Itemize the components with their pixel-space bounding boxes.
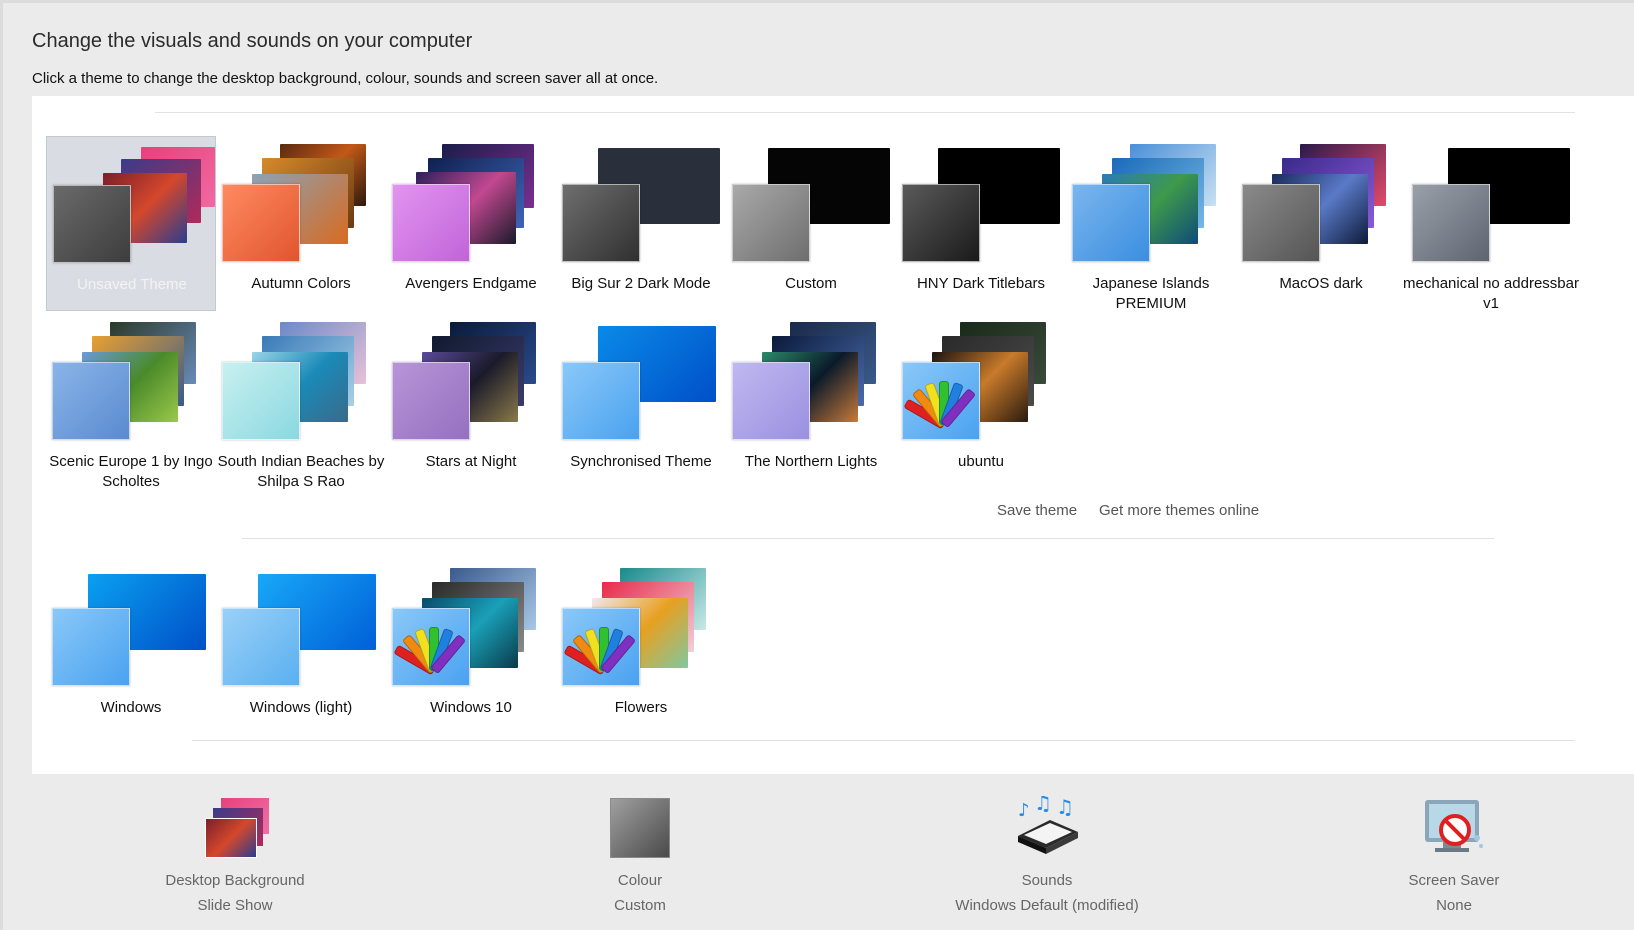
theme-thumbnail (1236, 136, 1406, 266)
get-more-themes-link[interactable]: Get more themes online (1099, 502, 1259, 519)
theme-ubuntu[interactable]: ubuntu (896, 314, 1066, 489)
svg-text:♫: ♫ (1034, 796, 1052, 815)
window-top-border (0, 0, 1634, 3)
theme-thumbnail (726, 136, 896, 266)
theme-thumbnail (46, 314, 216, 444)
theme-thumbnail (216, 314, 386, 444)
desktop-background-setting[interactable]: Desktop Background Slide Show (85, 796, 385, 914)
theme-name: mechanical no addressbar v1 (1403, 275, 1579, 312)
theme-name: Stars at Night (425, 453, 517, 470)
theme-autumn-colors[interactable]: Autumn Colors (216, 136, 386, 311)
theme-thumbnail (1406, 136, 1576, 266)
color-palette-icon (902, 362, 980, 440)
theme-name: Japanese Islands PREMIUM (1092, 275, 1210, 312)
theme-thumbnail (386, 560, 556, 690)
theme-thumbnail (386, 136, 556, 266)
sounds-icon: ♪ ♫ ♫ (1015, 796, 1079, 860)
theme-thumbnail (556, 314, 726, 444)
theme-thumbnail (386, 314, 556, 444)
theme-thumbnail (556, 136, 726, 266)
theme-windows-10[interactable]: Windows 10 (386, 560, 556, 735)
theme-thumbnail (47, 137, 217, 267)
screen-saver-label: Screen Saver (1408, 872, 1500, 889)
theme-name: Windows (light) (249, 699, 353, 716)
theme-name: Windows 10 (430, 699, 512, 716)
theme-thumbnail (216, 560, 386, 690)
theme-thumbnail (896, 314, 1066, 444)
theme-name: Synchronised Theme (570, 453, 712, 470)
theme-name: ubuntu (958, 453, 1004, 470)
window-left-border (0, 0, 3, 930)
theme-custom[interactable]: Custom (726, 136, 896, 311)
theme-thumbnail (1066, 136, 1236, 266)
theme-scenic-europe-1[interactable]: Scenic Europe 1 by Ingo Scholtes (46, 314, 216, 490)
theme-flowers[interactable]: Flowers (556, 560, 726, 735)
sounds-setting[interactable]: ♪ ♫ ♫ Sounds Windows Default (modified) (897, 796, 1197, 914)
page-subtitle: Click a theme to change the desktop back… (32, 70, 659, 87)
colour-label: Colour (617, 872, 663, 889)
screen-saver-icon (1422, 796, 1486, 860)
colour-setting[interactable]: Colour Custom (490, 796, 790, 914)
screen-saver-value: None (1436, 897, 1472, 914)
theme-name: Big Sur 2 Dark Mode (571, 275, 711, 292)
theme-thumbnail (216, 136, 386, 266)
page-title: Change the visuals and sounds on your co… (32, 30, 473, 52)
sounds-value: Windows Default (modified) (955, 897, 1139, 914)
theme-south-indian-beaches[interactable]: South Indian Beaches by Shilpa S Rao (216, 314, 386, 490)
theme-thumbnail (46, 560, 216, 690)
svg-text:♫: ♫ (1056, 796, 1074, 819)
svg-text:♪: ♪ (1018, 800, 1030, 821)
colour-value: Custom (614, 897, 666, 914)
separator-bottom (192, 740, 1575, 741)
screen-saver-setting[interactable]: Screen Saver None (1304, 796, 1604, 914)
theme-hny-dark-titlebars[interactable]: HNY Dark Titlebars (896, 136, 1066, 311)
theme-name: MacOS dark (1279, 275, 1363, 292)
separator-middle (242, 538, 1494, 539)
theme-name: Windows (100, 699, 162, 716)
colour-swatch-icon (608, 796, 672, 860)
theme-thumbnail (556, 560, 726, 690)
theme-thumbnail (726, 314, 896, 444)
theme-name: HNY Dark Titlebars (916, 275, 1046, 292)
theme-japanese-islands-premium[interactable]: Japanese Islands PREMIUM (1066, 136, 1236, 312)
desktop-background-icon (203, 796, 269, 860)
theme-name: Flowers (614, 699, 668, 716)
theme-windows-light[interactable]: Windows (light) (216, 560, 386, 735)
theme-name: Autumn Colors (251, 275, 351, 292)
theme-stars-at-night[interactable]: Stars at Night (386, 314, 556, 489)
theme-name: Avengers Endgame (405, 275, 537, 292)
theme-name: Unsaved Theme (77, 276, 187, 293)
theme-avengers-endgame[interactable]: Avengers Endgame (386, 136, 556, 311)
color-palette-icon (392, 608, 470, 686)
desktop-background-label: Desktop Background (165, 872, 305, 889)
theme-unsaved-theme[interactable]: Unsaved Theme (46, 136, 216, 311)
theme-the-northern-lights[interactable]: The Northern Lights (726, 314, 896, 489)
theme-macos-dark[interactable]: MacOS dark (1236, 136, 1406, 311)
theme-thumbnail (896, 136, 1066, 266)
theme-synchronised-theme[interactable]: Synchronised Theme (556, 314, 726, 489)
theme-name: South Indian Beaches by Shilpa S Rao (217, 453, 385, 490)
theme-windows[interactable]: Windows (46, 560, 216, 735)
color-palette-icon (562, 608, 640, 686)
theme-name: Scenic Europe 1 by Ingo Scholtes (49, 453, 213, 490)
theme-name: The Northern Lights (744, 453, 878, 470)
theme-big-sur-2-dark-mode[interactable]: Big Sur 2 Dark Mode (556, 136, 726, 311)
desktop-background-value: Slide Show (197, 897, 273, 914)
sounds-label: Sounds (1021, 872, 1073, 889)
theme-mechanical-no-addressbar-v1[interactable]: mechanical no addressbar v1 (1403, 136, 1579, 312)
separator-top (155, 112, 1575, 113)
save-theme-link[interactable]: Save theme (997, 502, 1077, 519)
theme-name: Custom (785, 275, 837, 292)
